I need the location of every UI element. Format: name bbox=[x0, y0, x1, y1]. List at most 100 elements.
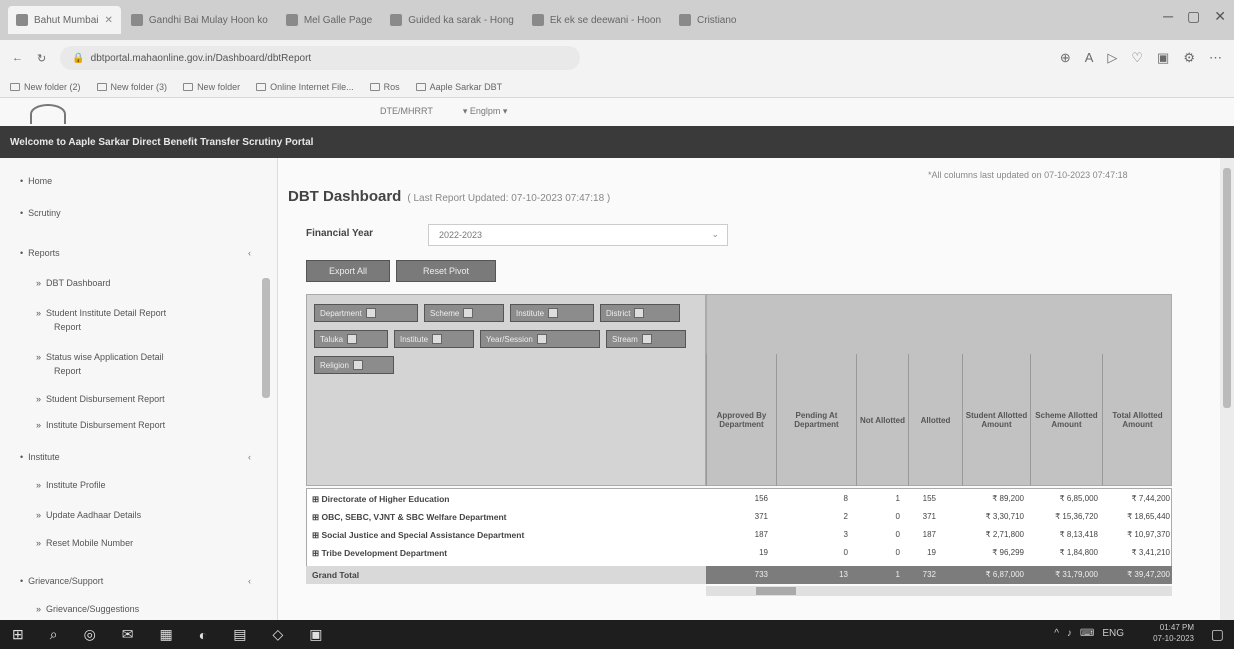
windows-logo-icon[interactable]: ⊞ bbox=[12, 626, 24, 643]
sidebar-item-grievance-suggestions[interactable]: » Grievance/Suggestions bbox=[36, 604, 139, 614]
edge-icon[interactable]: ◐ bbox=[199, 627, 207, 643]
filter-checkbox[interactable] bbox=[548, 308, 559, 318]
filter-checkbox[interactable] bbox=[536, 334, 547, 344]
table-row-label[interactable]: ⊞ Social Justice and Special Assistance … bbox=[312, 530, 524, 541]
volume-icon[interactable]: ♪ bbox=[1067, 628, 1072, 639]
browser-tab[interactable]: Gandhi Bai Mulay Hoon ko bbox=[123, 6, 276, 34]
browser-tab[interactable]: Guided ka sarak - Hong bbox=[382, 6, 522, 34]
office-select[interactable]: DTE/MHRRT bbox=[380, 106, 433, 117]
filter-checkbox[interactable] bbox=[365, 308, 376, 318]
taskbar-clock[interactable]: 01:47 PM 07-10-2023 bbox=[1153, 622, 1194, 644]
favorite-icon[interactable]: ♡ bbox=[1131, 50, 1143, 66]
filter-checkbox[interactable] bbox=[352, 360, 363, 370]
filter-chip-scheme[interactable]: Scheme bbox=[424, 304, 504, 322]
filter-checkbox[interactable] bbox=[634, 308, 645, 318]
column-header[interactable]: Total Allotted Amount bbox=[1102, 354, 1172, 486]
sidebar-scrollbar[interactable] bbox=[262, 278, 270, 398]
collections-icon[interactable]: ▣ bbox=[1157, 50, 1169, 66]
sidebar-item-student-institute-report[interactable]: » Student Institute Detail Report bbox=[36, 308, 166, 318]
bookmark-item[interactable]: New folder (3) bbox=[96, 82, 167, 92]
read-aloud-icon[interactable]: A bbox=[1085, 50, 1094, 66]
calculator-icon[interactable]: ▦ bbox=[160, 626, 173, 643]
sidebar-item-reset-mobile[interactable]: » Reset Mobile Number bbox=[36, 538, 133, 548]
column-header[interactable]: Pending At Department bbox=[776, 354, 856, 486]
filter-chip-religion[interactable]: Religion bbox=[314, 356, 394, 374]
tray-overflow-icon[interactable]: ^ bbox=[1054, 628, 1059, 639]
store-icon[interactable]: ◇ bbox=[272, 626, 283, 643]
filter-checkbox[interactable] bbox=[347, 334, 358, 344]
browser-tab[interactable]: Mel Galle Page bbox=[278, 6, 380, 34]
reset-pivot-button[interactable]: Reset Pivot bbox=[396, 260, 496, 282]
bookmark-item[interactable]: Ros bbox=[369, 82, 400, 92]
task-view-icon[interactable]: ◎ bbox=[84, 626, 96, 643]
sidebar-item-institute-disbursement[interactable]: » Institute Disbursement Report bbox=[36, 420, 165, 430]
table-cell: ₹ 2,71,800 bbox=[985, 530, 1024, 539]
file-explorer-icon[interactable]: ▤ bbox=[233, 626, 246, 643]
browser-tab[interactable]: Cristiano bbox=[671, 6, 744, 34]
sidebar-item-dbt-dashboard[interactable]: » DBT Dashboard bbox=[36, 278, 110, 288]
portal-logo bbox=[30, 104, 66, 124]
language-indicator[interactable]: ENG bbox=[1102, 628, 1124, 639]
column-header[interactable]: Approved By Department bbox=[706, 354, 776, 486]
sidebar-item-home[interactable]: • Home bbox=[20, 176, 52, 186]
language-select[interactable]: ▾ Englpm ▾ bbox=[463, 106, 508, 117]
photos-icon[interactable]: ▣ bbox=[309, 626, 322, 643]
menu-icon[interactable]: ⋯ bbox=[1209, 50, 1222, 66]
table-row-label[interactable]: ⊞ Directorate of Higher Education bbox=[312, 494, 449, 505]
column-header[interactable]: Allotted bbox=[908, 354, 962, 486]
export-all-button[interactable]: Export All bbox=[306, 260, 390, 282]
sidebar-item-status-wise-report[interactable]: » Status wise Application Detail bbox=[36, 352, 164, 362]
tab-favicon-icon bbox=[285, 14, 298, 26]
filter-chip-department[interactable]: Department bbox=[314, 304, 418, 322]
sidebar-item-reports[interactable]: • Reports ‹ bbox=[20, 248, 280, 258]
browser-tab[interactable]: Bahut Mumbai ✕ bbox=[8, 6, 121, 34]
close-tab-icon[interactable]: ✕ bbox=[104, 15, 112, 26]
close-window-icon[interactable]: ✕ bbox=[1214, 8, 1226, 25]
sidebar-item-student-disbursement[interactable]: » Student Disbursement Report bbox=[36, 394, 165, 404]
filter-checkbox[interactable] bbox=[641, 334, 652, 344]
sidebar-item-institute[interactable]: • Institute ‹ bbox=[20, 452, 280, 462]
pivot-horizontal-scrollbar[interactable] bbox=[706, 586, 1172, 596]
filter-chip-stream[interactable]: Stream bbox=[606, 330, 686, 348]
filter-chip-taluka[interactable]: Taluka bbox=[314, 330, 388, 348]
column-header[interactable]: Student Allotted Amount bbox=[962, 354, 1030, 486]
table-cell: 19 bbox=[759, 548, 768, 557]
table-row-label[interactable]: ⊞ Tribe Development Department bbox=[312, 548, 447, 559]
back-icon[interactable]: ← bbox=[12, 52, 23, 64]
mail-icon[interactable]: ✉ bbox=[122, 626, 134, 643]
refresh-icon[interactable]: ↻ bbox=[37, 52, 46, 65]
notification-icon[interactable]: ▢ bbox=[1211, 626, 1224, 643]
bookmark-item[interactable]: New folder (2) bbox=[10, 82, 81, 92]
scrollbar-thumb[interactable] bbox=[1223, 168, 1231, 408]
sidebar-item-grievance[interactable]: • Grievance/Support ‹ bbox=[20, 576, 280, 586]
keyboard-icon[interactable]: ⌨ bbox=[1080, 628, 1094, 639]
extensions-icon[interactable]: ⚙ bbox=[1183, 50, 1195, 66]
bookmark-item[interactable]: New folder bbox=[183, 82, 240, 92]
financial-year-label: Financial Year bbox=[306, 228, 374, 239]
sidebar-item-update-aadhaar[interactable]: » Update Aadhaar Details bbox=[36, 510, 141, 520]
bookmark-item[interactable]: Aaple Sarkar DBT bbox=[415, 82, 502, 92]
filter-checkbox[interactable] bbox=[463, 308, 474, 318]
sidebar-item-scrutiny[interactable]: • Scrutiny bbox=[20, 208, 61, 218]
browser-tab[interactable]: Ek ek se deewani - Hoon bbox=[524, 6, 669, 34]
column-header[interactable]: Not Allotted bbox=[856, 354, 908, 486]
financial-year-select[interactable]: 2022-2023 ⌄ bbox=[428, 224, 728, 246]
minimize-icon[interactable]: ─ bbox=[1163, 8, 1173, 25]
url-field[interactable]: 🔒 dbtportal.mahaonline.gov.in/Dashboard/d… bbox=[60, 46, 581, 70]
play-icon[interactable]: ▷ bbox=[1107, 50, 1117, 66]
zoom-icon[interactable]: ⊕ bbox=[1060, 50, 1071, 66]
column-header[interactable]: Scheme Allotted Amount bbox=[1030, 354, 1102, 486]
maximize-icon[interactable]: ▢ bbox=[1187, 8, 1200, 25]
search-icon[interactable]: ⌕ bbox=[50, 626, 58, 643]
bookmark-item[interactable]: Online Internet File... bbox=[256, 82, 354, 92]
sidebar-item-institute-profile[interactable]: » Institute Profile bbox=[36, 480, 106, 490]
page-vertical-scrollbar[interactable] bbox=[1220, 158, 1234, 620]
filter-chip-institute-2[interactable]: Institute bbox=[394, 330, 474, 348]
filter-checkbox[interactable] bbox=[432, 334, 443, 344]
table-row-label[interactable]: ⊞ OBC, SEBC, VJNT & SBC Welfare Departme… bbox=[312, 512, 506, 523]
filter-chip-institute[interactable]: Institute bbox=[510, 304, 594, 322]
filter-chip-district[interactable]: District bbox=[600, 304, 680, 322]
scrollbar-thumb[interactable] bbox=[756, 587, 796, 595]
filter-chip-year-session[interactable]: Year/Session bbox=[480, 330, 600, 348]
table-cell: 1 bbox=[895, 494, 900, 503]
